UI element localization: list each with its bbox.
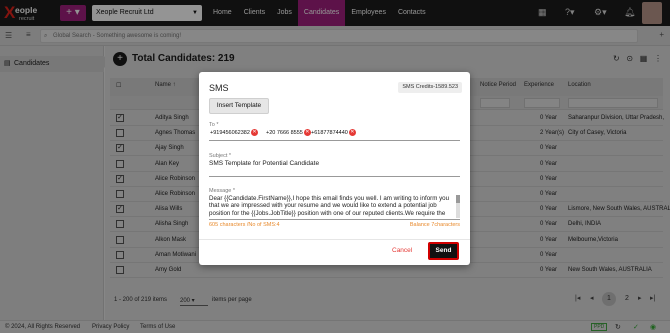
recipient-chip: +61877874440 ✕ bbox=[311, 129, 356, 136]
remove-recipient-icon[interactable]: ✕ bbox=[303, 129, 311, 136]
recipient-number: +919456062382 bbox=[210, 129, 250, 136]
scrollbar-thumb[interactable] bbox=[456, 195, 460, 203]
message-label: Message * bbox=[209, 188, 235, 194]
subject-label: Subject * bbox=[209, 153, 232, 159]
recipient-number: +61877874440 bbox=[311, 129, 348, 136]
balance-count: Balance 7characters bbox=[409, 222, 460, 228]
insert-template-button[interactable]: Insert Template bbox=[209, 98, 269, 114]
subject-field-line bbox=[209, 176, 460, 177]
sms-credits-badge: SMS Credits-1589.523 bbox=[398, 82, 462, 93]
recipient-chip: +20 7666 8555 ✕ bbox=[266, 129, 311, 136]
recipient-number: +20 7666 8555 bbox=[266, 129, 303, 136]
dialog-divider bbox=[199, 239, 470, 240]
remove-recipient-icon[interactable]: ✕ bbox=[250, 129, 258, 136]
to-field-line bbox=[209, 140, 460, 141]
sms-dialog: SMS SMS Credits-1589.523 Insert Template… bbox=[199, 72, 470, 265]
cancel-button[interactable]: Cancel bbox=[392, 247, 412, 254]
recipient-chip: +919456062382 ✕ bbox=[210, 129, 258, 136]
message-textarea[interactable]: Dear {{Candidate.FirstName}},I hope this… bbox=[209, 195, 456, 218]
message-scrollbar[interactable] bbox=[456, 195, 460, 218]
remove-recipient-icon[interactable]: ✕ bbox=[348, 129, 356, 136]
subject-field[interactable]: SMS Template for Potential Candidate bbox=[209, 160, 319, 167]
char-count: 605 characters /No of SMS:4 bbox=[209, 222, 280, 228]
message-field-line bbox=[209, 219, 460, 220]
to-label: To * bbox=[209, 122, 219, 128]
dialog-title: SMS bbox=[209, 83, 229, 93]
send-button[interactable]: Send bbox=[428, 242, 459, 260]
